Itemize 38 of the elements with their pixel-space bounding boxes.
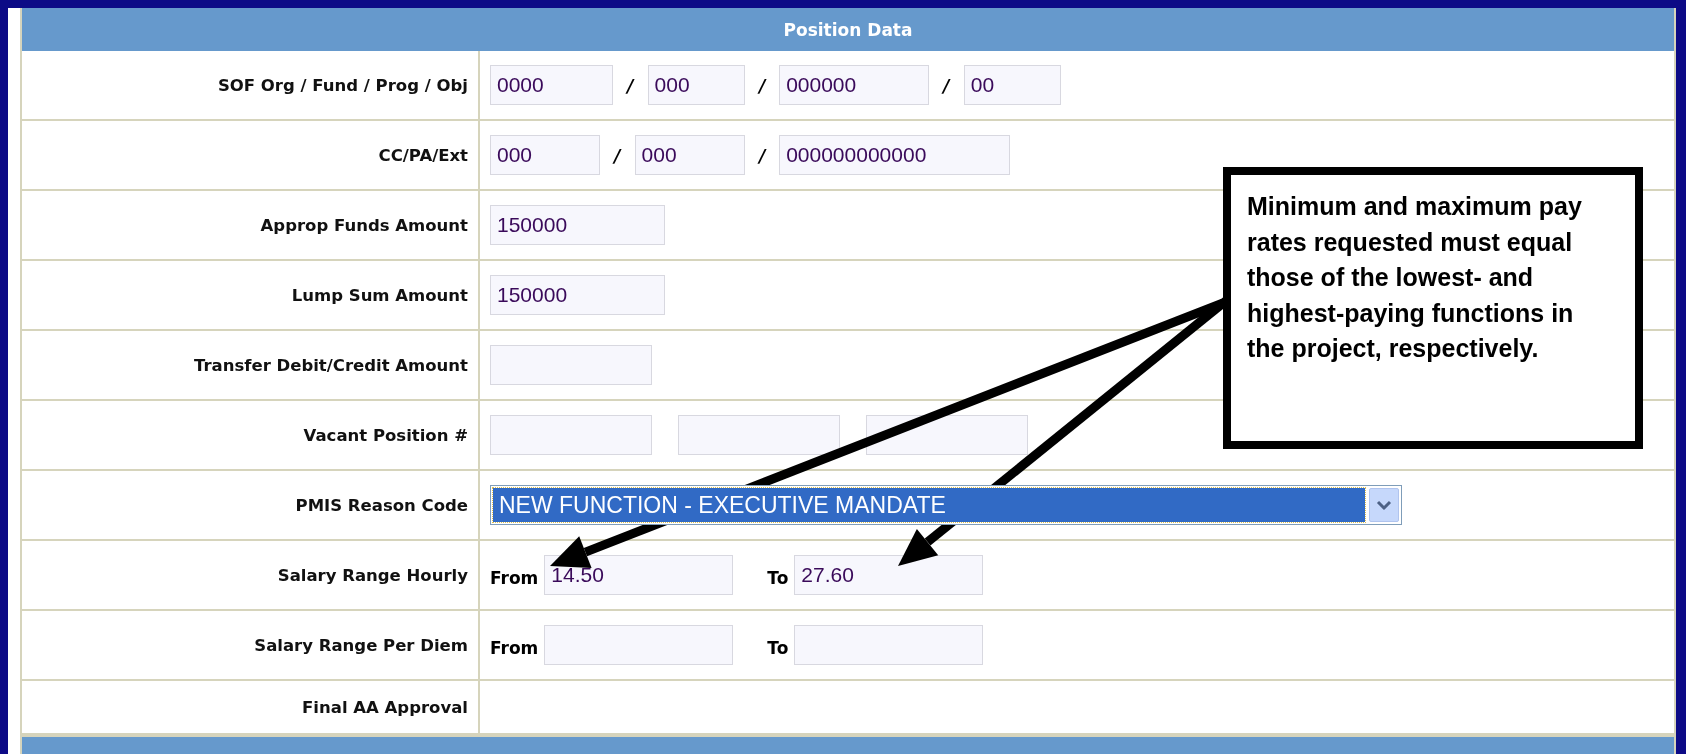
field-label: Salary Range Per Diem xyxy=(22,611,480,679)
input-field[interactable]: 14.50 xyxy=(544,555,734,595)
field-label: Lump Sum Amount xyxy=(22,261,480,329)
field-label: Salary Range Hourly xyxy=(22,541,480,609)
input-field[interactable]: 000 xyxy=(490,135,600,175)
input-field[interactable]: 27.60 xyxy=(794,555,984,595)
callout-text: Minimum and maximum pay rates requested must equal those of the lowest- and highest-paying functions in the project, respectively. xyxy=(1247,191,1583,364)
input-field[interactable]: 000000000000 xyxy=(779,135,1011,175)
input-field[interactable] xyxy=(490,415,652,455)
input-field[interactable]: 000 xyxy=(647,65,745,105)
separator-slash: / xyxy=(756,74,767,96)
field-label: Transfer Debit/Credit Amount xyxy=(22,331,480,399)
input-field[interactable]: 0000 xyxy=(490,65,613,105)
field-label: PMIS Reason Code xyxy=(22,471,480,539)
range-label: From xyxy=(490,568,539,588)
input-field[interactable]: 150000 xyxy=(490,275,665,315)
separator-slash: / xyxy=(756,144,767,166)
range-label: To xyxy=(767,568,789,588)
field-label: SOF Org / Fund / Prog / Obj xyxy=(22,51,480,119)
section-header: Position Data xyxy=(22,8,1674,51)
field-label: Vacant Position # xyxy=(22,401,480,469)
field-label: CC/PA/Ext xyxy=(22,121,480,189)
input-field[interactable] xyxy=(490,345,652,385)
input-field[interactable] xyxy=(678,415,840,455)
input-field[interactable]: 000000 xyxy=(779,65,930,105)
separator-slash: / xyxy=(625,74,636,96)
separator-slash: / xyxy=(941,74,952,96)
separator-slash: / xyxy=(612,144,623,166)
input-field[interactable]: 00 xyxy=(963,65,1061,105)
input-field[interactable]: 150000 xyxy=(490,205,665,245)
input-field[interactable] xyxy=(794,625,984,665)
range-label: To xyxy=(767,638,789,658)
range-label: From xyxy=(490,638,539,658)
input-field[interactable]: 000 xyxy=(634,135,745,175)
dropdown[interactable]: NEW FUNCTION - EXECUTIVE MANDATE xyxy=(490,485,1402,525)
field-label: Final AA Approval xyxy=(22,681,480,733)
input-field[interactable] xyxy=(544,625,734,665)
field-label: Approp Funds Amount xyxy=(22,191,480,259)
